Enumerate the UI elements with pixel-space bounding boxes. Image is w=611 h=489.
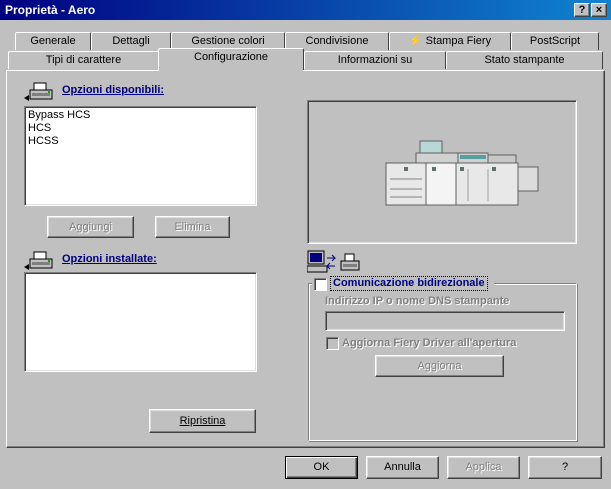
window-title: Proprietà - Aero xyxy=(5,3,96,17)
update-driver-label[interactable]: Aggiorna Fiery Driver all'apertura xyxy=(342,337,516,349)
installed-options-label: Opzioni installate: xyxy=(62,253,157,265)
help-button[interactable]: ? xyxy=(528,456,602,479)
tab-postscript[interactable]: PostScript xyxy=(511,32,599,50)
close-title-button[interactable]: × xyxy=(591,3,607,17)
installed-options-list[interactable] xyxy=(24,272,257,372)
tab-stato-stampante[interactable]: Stato stampante xyxy=(446,51,603,69)
computer-printer-link-icon xyxy=(306,250,361,276)
tab-informazioni-su[interactable]: Informazioni su xyxy=(304,51,446,69)
update-driver-checkbox[interactable] xyxy=(326,337,339,350)
tab-stampa-fiery[interactable]: ⚡ Stampa Fiery xyxy=(389,32,511,50)
title-bar: Proprietà - Aero xyxy=(0,0,611,20)
selected-tab-joint xyxy=(159,69,303,71)
list-item[interactable]: HCS xyxy=(25,122,256,135)
apply-button[interactable]: Applica xyxy=(447,456,520,479)
add-button[interactable]: Aggiungi xyxy=(47,216,134,238)
update-button[interactable]: Aggiorna xyxy=(375,355,504,377)
available-options-list[interactable]: Bypass HCS HCS HCSS xyxy=(24,106,257,206)
tab-tipi-di-carattere[interactable]: Tipi di carattere xyxy=(8,51,159,69)
printer-icon xyxy=(22,81,58,103)
copier-machine-image xyxy=(385,140,539,206)
ok-button[interactable]: OK xyxy=(285,456,358,479)
ip-address-field[interactable] xyxy=(325,311,565,331)
cancel-button[interactable]: Annulla xyxy=(366,456,439,479)
printer-icon xyxy=(22,250,58,272)
restore-button[interactable]: Ripristina xyxy=(149,409,256,433)
available-options-label: Opzioni disponibili: xyxy=(62,84,165,96)
printer-image-frame xyxy=(307,100,577,244)
tab-configurazione[interactable]: Configurazione xyxy=(158,48,304,70)
help-title-button[interactable]: ? xyxy=(574,3,590,17)
list-item[interactable]: Bypass HCS xyxy=(25,109,256,122)
bidirectional-checkbox[interactable] xyxy=(314,278,327,291)
remove-button[interactable]: Elimina xyxy=(155,216,230,238)
bidirectional-label[interactable]: Comunicazione bidirezionale xyxy=(330,276,488,291)
ip-address-label: Indirizzo IP o nome DNS stampante xyxy=(325,295,510,307)
lightning-icon: ⚡ xyxy=(408,35,423,47)
tab-generale[interactable]: Generale xyxy=(15,32,91,50)
list-item[interactable]: HCSS xyxy=(25,135,256,148)
